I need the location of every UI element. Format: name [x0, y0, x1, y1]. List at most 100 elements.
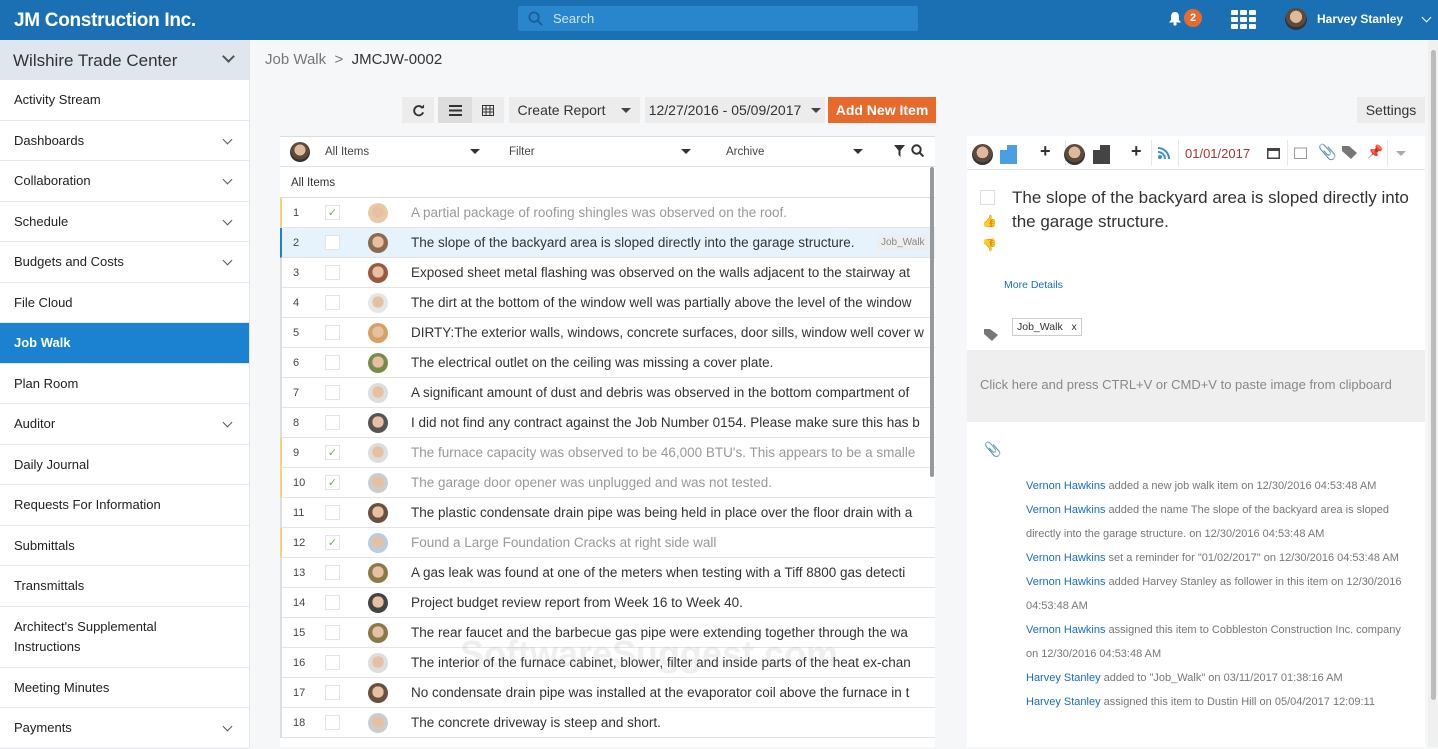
reminder-icon[interactable]	[1294, 146, 1307, 159]
add-follower-icon[interactable]: +	[1131, 141, 1142, 162]
table-row[interactable]: 17 No condensate drain pipe was installe…	[280, 678, 935, 708]
row-checkbox[interactable]	[325, 685, 340, 700]
sidebar-item-collaboration[interactable]: Collaboration	[0, 161, 249, 202]
add-assignee-icon[interactable]: +	[1040, 141, 1051, 162]
row-checkbox[interactable]	[325, 265, 340, 280]
remove-tag-button[interactable]: x	[1071, 321, 1076, 333]
sidebar-item-architect-s-supplemental-instructions[interactable]: Architect's Supplemental Instructions	[0, 607, 249, 668]
row-checkbox[interactable]: ✓	[325, 205, 340, 220]
avatar[interactable]	[1064, 144, 1085, 165]
company-building-icon[interactable]	[1093, 145, 1110, 164]
create-report-dropdown[interactable]: Create Report	[509, 97, 640, 123]
table-row[interactable]: 3 Exposed sheet metal flashing was obser…	[280, 258, 935, 288]
filter-icon[interactable]	[894, 145, 905, 157]
add-new-item-button[interactable]: Add New Item	[828, 97, 936, 123]
all-items-dropdown[interactable]: All Items	[325, 146, 369, 158]
row-checkbox[interactable]	[325, 325, 340, 340]
sidebar-item-plan-room[interactable]: Plan Room	[0, 364, 249, 404]
sidebar-item-dashboards[interactable]: Dashboards	[0, 121, 249, 161]
list-scrollbar[interactable]	[930, 167, 934, 477]
table-row[interactable]: 10 ✓ The garage door opener was unplugge…	[280, 468, 935, 498]
sidebar-item-activity-stream[interactable]: Activity Stream	[0, 80, 249, 121]
table-row[interactable]: 13 A gas leak was found at one of the me…	[280, 558, 935, 588]
settings-button[interactable]: Settings	[1357, 97, 1425, 123]
table-row[interactable]: 7 A significant amount of dust and debri…	[280, 378, 935, 408]
log-user-link[interactable]: Vernon Hawkins	[1026, 480, 1106, 492]
table-row[interactable]: 1 ✓ A partial package of roofing shingle…	[280, 198, 935, 228]
row-checkbox[interactable]	[325, 625, 340, 640]
sidebar-item-payments[interactable]: Payments	[0, 708, 249, 749]
project-selector[interactable]: Wilshire Trade Center	[0, 40, 249, 80]
table-row[interactable]: 6 The electrical outlet on the ceiling w…	[280, 348, 935, 378]
sidebar-item-file-cloud[interactable]: File Cloud	[0, 283, 249, 323]
row-checkbox[interactable]	[325, 235, 340, 250]
thumbs-up-icon[interactable]: 👍	[982, 214, 997, 228]
sidebar-item-requests-for-information[interactable]: Requests For Information	[0, 485, 249, 526]
row-checkbox[interactable]	[325, 385, 340, 400]
row-checkbox[interactable]	[325, 595, 340, 610]
bell-icon[interactable]	[1168, 11, 1182, 26]
row-checkbox[interactable]: ✓	[325, 445, 340, 460]
sidebar-item-meeting-minutes[interactable]: Meeting Minutes	[0, 668, 249, 708]
sidebar-item-budgets-and-costs[interactable]: Budgets and Costs	[0, 242, 249, 283]
sidebar-item-transmittals[interactable]: Transmittals	[0, 566, 249, 607]
paperclip-icon[interactable]: 📎	[984, 441, 1001, 458]
sidebar-item-daily-journal[interactable]: Daily Journal	[0, 445, 249, 485]
apps-grid-icon[interactable]	[1231, 10, 1256, 29]
row-checkbox[interactable]	[325, 295, 340, 310]
table-row[interactable]: 8 I did not find any contract against th…	[280, 408, 935, 438]
table-row[interactable]: 18 The concrete driveway is steep and sh…	[280, 708, 935, 738]
grid-view-button[interactable]	[472, 97, 504, 123]
company-building-icon[interactable]	[1000, 145, 1017, 164]
table-row[interactable]: 11 The plastic condensate drain pipe was…	[280, 498, 935, 528]
search-input[interactable]: Search	[518, 6, 918, 31]
table-row[interactable]: 9 ✓ The furnace capacity was observed to…	[280, 438, 935, 468]
sidebar-item-auditor[interactable]: Auditor	[0, 404, 249, 445]
notification-badge[interactable]: 2	[1184, 9, 1202, 27]
breadcrumb-parent[interactable]: Job Walk	[265, 51, 326, 68]
row-checkbox[interactable]	[325, 565, 340, 580]
thumbs-down-icon[interactable]: 👎	[982, 238, 997, 252]
row-checkbox[interactable]	[325, 505, 340, 520]
log-user-link[interactable]: Vernon Hawkins	[1026, 504, 1106, 516]
complete-checkbox[interactable]	[980, 190, 995, 205]
rss-icon[interactable]	[1158, 147, 1170, 159]
table-row[interactable]: 12 ✓ Found a Large Foundation Cracks at …	[280, 528, 935, 558]
row-checkbox[interactable]	[325, 655, 340, 670]
more-options-icon[interactable]	[1396, 151, 1406, 156]
paste-image-area[interactable]: Click here and press CTRL+V or CMD+V to …	[967, 350, 1425, 422]
pin-icon[interactable]: 📌	[1367, 144, 1383, 160]
refresh-button[interactable]	[402, 97, 434, 123]
row-checkbox[interactable]	[325, 355, 340, 370]
sidebar-item-submittals[interactable]: Submittals	[0, 526, 249, 566]
filter-dropdown[interactable]: Filter	[509, 146, 535, 158]
table-row[interactable]: 14 Project budget review report from Wee…	[280, 588, 935, 618]
row-checkbox[interactable]: ✓	[325, 535, 340, 550]
row-checkbox[interactable]	[325, 715, 340, 730]
table-row[interactable]: 2 The slope of the backyard area is slop…	[280, 228, 935, 258]
archive-dropdown[interactable]: Archive	[726, 146, 764, 158]
log-user-link[interactable]: Vernon Hawkins	[1026, 552, 1106, 564]
due-date[interactable]: 01/01/2017	[1185, 146, 1250, 161]
paperclip-icon[interactable]: 📎	[1318, 143, 1337, 161]
avatar[interactable]	[290, 142, 310, 162]
tag-icon[interactable]	[1342, 146, 1357, 159]
calendar-icon[interactable]	[1267, 146, 1280, 159]
date-range-picker[interactable]: 12/27/2016 - 05/09/2017	[645, 97, 825, 123]
sidebar-item-job-walk[interactable]: Job Walk	[0, 323, 249, 364]
row-checkbox[interactable]: ✓	[325, 475, 340, 490]
list-view-button[interactable]	[438, 97, 472, 123]
log-user-link[interactable]: Harvey Stanley	[1026, 696, 1101, 708]
sidebar-item-schedule[interactable]: Schedule	[0, 202, 249, 242]
search-icon[interactable]	[911, 144, 924, 157]
row-checkbox[interactable]	[325, 415, 340, 430]
log-user-link[interactable]: Harvey Stanley	[1026, 672, 1101, 684]
user-menu[interactable]: Harvey Stanley	[1285, 8, 1432, 30]
table-row[interactable]: 4 The dirt at the bottom of the window w…	[280, 288, 935, 318]
table-row[interactable]: 5 DIRTY:The exterior walls, windows, con…	[280, 318, 935, 348]
page-scrollbar[interactable]	[1428, 40, 1438, 747]
more-details-link[interactable]: More Details	[1004, 279, 1063, 291]
avatar[interactable]	[972, 144, 993, 165]
item-title[interactable]: The slope of the backyard area is sloped…	[1012, 186, 1412, 234]
log-user-link[interactable]: Vernon Hawkins	[1026, 624, 1106, 636]
